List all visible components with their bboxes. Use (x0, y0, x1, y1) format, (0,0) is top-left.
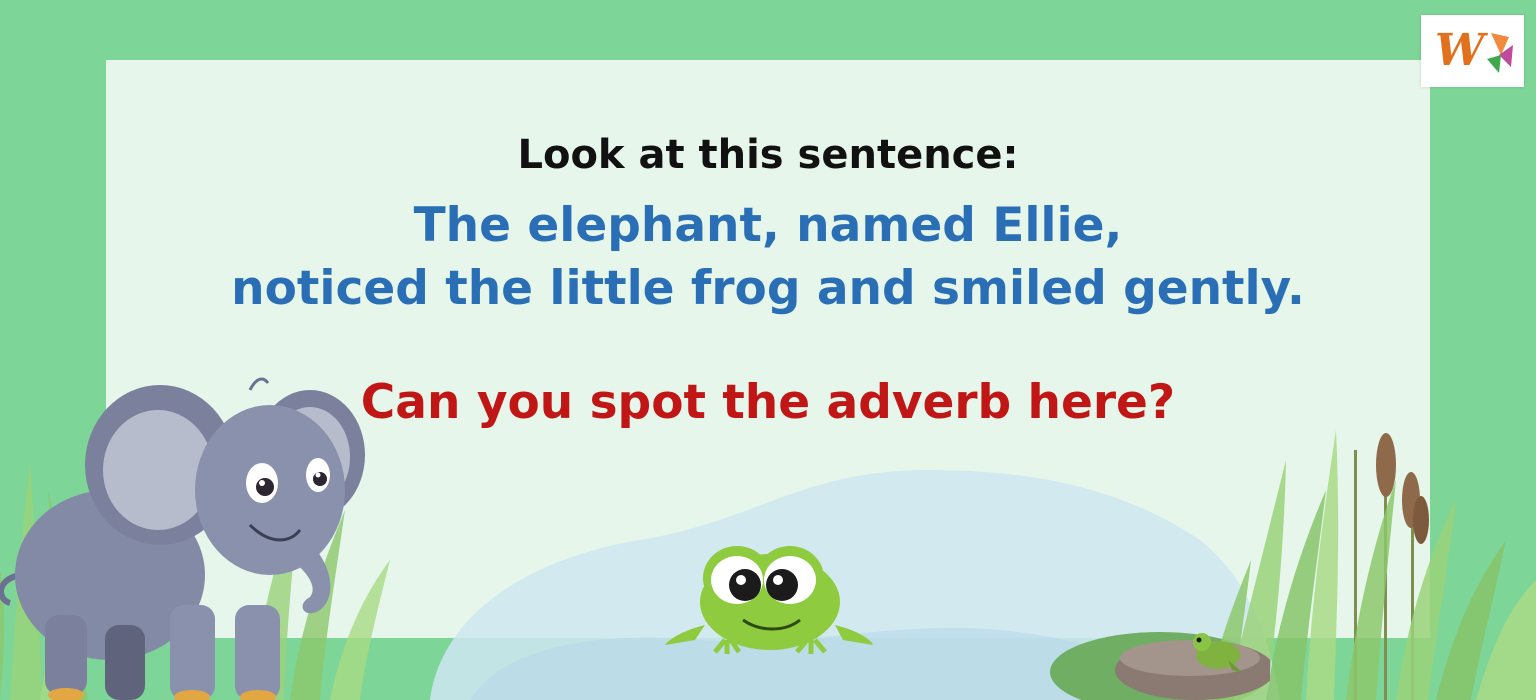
example-sentence-line-2: noticed the little frog and smiled gentl… (231, 261, 1305, 316)
sentence-heading: Look at this sentence: (517, 132, 1019, 178)
brand-logo-letter: W (1435, 25, 1485, 76)
brand-logo[interactable]: W (1421, 15, 1524, 87)
example-sentence-line-1: The elephant, named Ellie, (413, 198, 1123, 253)
small-frog-illustration (1115, 633, 1270, 700)
frog-illustration (665, 546, 873, 654)
slide: W Look at this sentence: The elephant, n… (0, 0, 1536, 700)
question-prompt: Can you spot the adverb here? (360, 375, 1176, 430)
